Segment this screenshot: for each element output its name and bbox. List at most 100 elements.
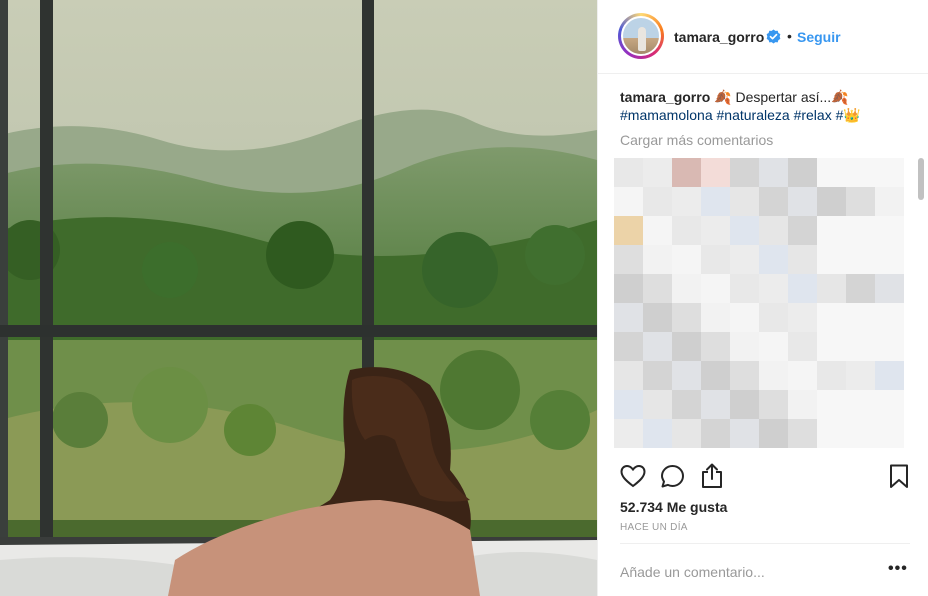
hashtag-mamamolona[interactable]: #mamamolona: [620, 107, 713, 123]
likes-count[interactable]: 52.734 Me gusta: [620, 499, 727, 515]
pixel-block: [875, 158, 904, 187]
pixel-block: [672, 274, 701, 303]
pixel-block: [846, 187, 875, 216]
pixel-block: [817, 361, 846, 390]
pixel-block: [730, 390, 759, 419]
pixel-block: [701, 303, 730, 332]
pixel-block: [817, 158, 846, 187]
pixel-block: [875, 245, 904, 274]
scrollbar-thumb[interactable]: [918, 158, 924, 200]
pixel-block: [614, 361, 643, 390]
pixel-block: [875, 390, 904, 419]
pixel-block: [788, 158, 817, 187]
caption-username[interactable]: tamara_gorro: [620, 89, 710, 105]
add-comment-section: Añade un comentario... •••: [620, 543, 910, 596]
pixel-block: [643, 187, 672, 216]
pixel-block: [643, 245, 672, 274]
pixel-block: [614, 158, 643, 187]
separator-dot: •: [787, 28, 792, 44]
pixel-block: [730, 216, 759, 245]
pixel-block: [643, 274, 672, 303]
pixel-block: [817, 274, 846, 303]
follow-button[interactable]: Seguir: [797, 29, 841, 45]
pixel-block: [846, 419, 875, 448]
more-options-icon[interactable]: •••: [888, 560, 908, 578]
pixel-block: [643, 361, 672, 390]
pixel-block: [817, 419, 846, 448]
pixel-block: [875, 187, 904, 216]
pixel-block: [759, 419, 788, 448]
pixel-block: [875, 332, 904, 361]
pixel-block: [730, 158, 759, 187]
pixel-block: [701, 216, 730, 245]
pixel-block: [614, 274, 643, 303]
pixel-block: [614, 390, 643, 419]
pixel-block: [788, 390, 817, 419]
heart-icon[interactable]: [620, 464, 646, 488]
pixel-block: [643, 158, 672, 187]
pixel-block: [846, 216, 875, 245]
pixelated-comments-area: [614, 158, 906, 462]
pixel-block: [730, 187, 759, 216]
pixel-block: [817, 216, 846, 245]
share-icon[interactable]: [700, 463, 724, 489]
pixel-block: [614, 332, 643, 361]
pixel-block: [672, 158, 701, 187]
pixel-block: [730, 245, 759, 274]
pixel-block: [759, 158, 788, 187]
pixel-block: [643, 216, 672, 245]
pixel-block: [614, 216, 643, 245]
post-sidebar: tamara_gorro • Seguir tamara_gorro 🍂 Des…: [597, 0, 928, 596]
pixel-block: [759, 332, 788, 361]
pixel-block: [672, 361, 701, 390]
comment-input[interactable]: Añade un comentario...: [620, 564, 765, 580]
pixel-block: [759, 274, 788, 303]
avatar[interactable]: [618, 13, 664, 59]
pixel-block: [701, 390, 730, 419]
pixel-block: [643, 419, 672, 448]
pixel-block: [730, 332, 759, 361]
pixel-block: [701, 187, 730, 216]
load-more-comments-link[interactable]: Cargar más comentarios: [620, 132, 773, 148]
pixel-block: [672, 303, 701, 332]
pixel-block: [672, 390, 701, 419]
pixel-block: [672, 245, 701, 274]
pixel-block: [672, 187, 701, 216]
profile-username[interactable]: tamara_gorro: [674, 29, 764, 45]
landscape-photo: [0, 0, 597, 596]
hashtag-relax[interactable]: #relax: [794, 107, 832, 123]
bookmark-icon[interactable]: [889, 464, 909, 489]
pixel-block: [817, 187, 846, 216]
pixel-block: [701, 361, 730, 390]
pixel-block: [788, 303, 817, 332]
pixel-block: [730, 274, 759, 303]
pixel-block: [614, 303, 643, 332]
caption-text: 🍂 Despertar así...🍂: [710, 89, 849, 105]
pixel-block: [701, 419, 730, 448]
pixel-block: [643, 332, 672, 361]
pixel-block: [759, 390, 788, 419]
comment-icon[interactable]: [660, 464, 685, 489]
pixel-block: [643, 303, 672, 332]
pixel-block: [701, 245, 730, 274]
pixel-block: [875, 361, 904, 390]
pixel-block: [788, 187, 817, 216]
pixel-block: [759, 187, 788, 216]
pixel-block: [846, 303, 875, 332]
pixel-block: [846, 274, 875, 303]
pixel-block: [817, 332, 846, 361]
pixel-block: [788, 216, 817, 245]
pixel-block: [730, 419, 759, 448]
pixel-block: [846, 390, 875, 419]
pixel-block: [614, 245, 643, 274]
pixel-block: [817, 390, 846, 419]
pixel-block: [759, 216, 788, 245]
hashtag-naturaleza[interactable]: #naturaleza: [717, 107, 790, 123]
pixel-block: [846, 245, 875, 274]
post-photo[interactable]: [0, 0, 597, 596]
pixel-block: [759, 245, 788, 274]
post-header: tamara_gorro • Seguir: [598, 0, 928, 74]
post-container: tamara_gorro • Seguir tamara_gorro 🍂 Des…: [0, 0, 928, 596]
pixel-block: [788, 245, 817, 274]
pixel-block: [846, 332, 875, 361]
